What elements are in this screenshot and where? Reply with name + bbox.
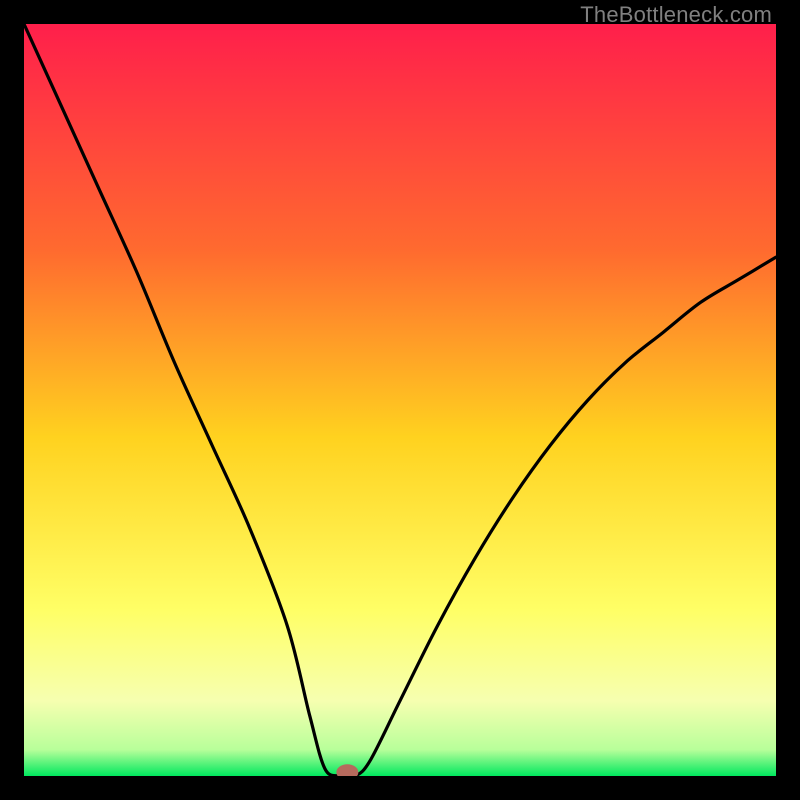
bottleneck-chart xyxy=(24,24,776,776)
gradient-background xyxy=(24,24,776,776)
chart-frame xyxy=(24,24,776,776)
